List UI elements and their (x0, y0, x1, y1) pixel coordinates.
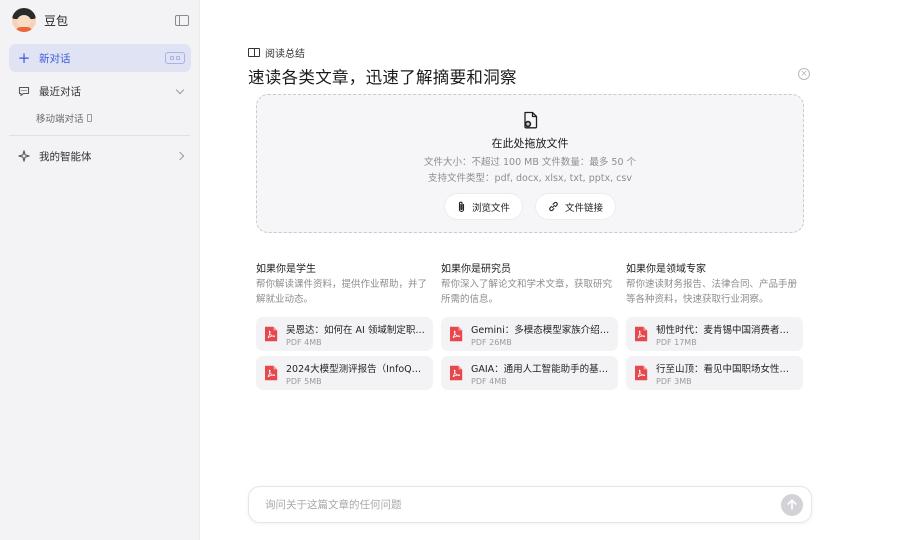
file-size: PDF 26MB (471, 337, 512, 347)
column-description: 帮你深入了解论文和学术文章，获取研究所需的信息。 (441, 279, 613, 305)
recent-chats-label: 最近对话 (39, 85, 81, 98)
file-link-button[interactable]: 文件链接 (536, 194, 616, 219)
avatar[interactable] (12, 8, 36, 32)
recent-chat-item-label: 移动端对话 (36, 114, 84, 125)
sidebar-header: 豆包 (12, 7, 189, 33)
file-name: 行至山顶：看见中国职场女性领导力.pdf (656, 363, 796, 375)
file-dropzone[interactable]: 在此处拖放文件 文件大小：不超过 100 MB 文件数量：最多 50 个 支持文… (256, 94, 804, 233)
pdf-icon (635, 326, 648, 342)
file-size: PDF 17MB (656, 337, 697, 347)
recent-chat-item[interactable]: 移动端对话 (36, 111, 92, 125)
phone-icon (86, 114, 92, 122)
sample-file-card[interactable]: 2024大模型测评报告（InfoQ）.pdf PDF 5MB (256, 356, 433, 390)
dropzone-actions: 浏览文件 文件链接 (257, 194, 803, 219)
column-title: 如果你是领域专家 (626, 264, 706, 275)
browse-files-button[interactable]: 浏览文件 (444, 194, 522, 219)
column-student: 如果你是学生 帮你解读课件资料，提供作业帮助，并了解就业动态。 吴恩达：如何在 … (256, 260, 433, 390)
file-link-label: 文件链接 (565, 202, 604, 214)
pdf-icon (450, 326, 463, 342)
column-title: 如果你是学生 (256, 264, 316, 275)
chat-bubble-icon (17, 84, 31, 98)
file-name: 韧性时代：麦肯锡中国消费者报告.pdf (656, 324, 796, 336)
close-icon[interactable]: × (798, 68, 810, 80)
shortcut-icon (165, 52, 185, 64)
browse-files-label: 浏览文件 (471, 202, 510, 214)
sample-file-card[interactable]: GAIA：通用人工智能助手的基准.pdf PDF 4MB (441, 356, 618, 390)
chevron-right-icon (175, 151, 185, 161)
paperclip-icon (458, 201, 465, 212)
sample-file-card[interactable]: 行至山顶：看见中国职场女性领导力.pdf PDF 3MB (626, 356, 803, 390)
new-chat-label: 新对话 (39, 52, 71, 65)
main-panel: 阅读总结 速读各类文章，迅速了解摘要和洞察 × 在此处拖放文件 文件大小：不超过… (200, 0, 900, 540)
file-name: 2024大模型测评报告（InfoQ）.pdf (286, 363, 426, 375)
pdf-icon (450, 365, 463, 381)
send-button[interactable] (781, 493, 803, 516)
column-expert: 如果你是领域专家 帮你速读财务报告、法律合同、产品手册等各种资料，快速获取行业洞… (626, 260, 803, 390)
column-description: 帮你速读财务报告、法律合同、产品手册等各种资料，快速获取行业洞察。 (626, 279, 798, 305)
column-researcher: 如果你是研究员 帮你深入了解论文和学术文章，获取研究所需的信息。 Gemini：… (441, 260, 618, 390)
link-icon (549, 201, 558, 212)
sidebar: 豆包 + 新对话 最近对话 移动端对话 我的智能体 (0, 0, 200, 540)
file-size: PDF 4MB (286, 337, 322, 347)
file-name: 吴恩达：如何在 AI 领域制定职业规划.pdf (286, 324, 426, 336)
send-arrow-icon (787, 499, 797, 510)
file-name: GAIA：通用人工智能助手的基准.pdf (471, 363, 611, 375)
sample-file-card[interactable]: 吴恩达：如何在 AI 领域制定职业规划.pdf PDF 4MB (256, 317, 433, 351)
pdf-icon (635, 365, 648, 381)
recent-chats-toggle[interactable]: 最近对话 (9, 79, 191, 103)
column-description: 帮你解读课件资料，提供作业帮助，并了解就业动态。 (256, 279, 428, 305)
pdf-icon (265, 326, 278, 342)
section-label: 阅读总结 (265, 49, 305, 60)
file-name: Gemini：多模态模型家族介绍.pdf (471, 324, 611, 336)
column-title: 如果你是研究员 (441, 264, 511, 275)
sidebar-divider (9, 135, 190, 136)
pdf-icon (265, 365, 278, 381)
my-agents-item[interactable]: 我的智能体 (9, 144, 191, 168)
sample-file-card[interactable]: Gemini：多模态模型家族介绍.pdf PDF 26MB (441, 317, 618, 351)
section-header: 阅读总结 (248, 45, 305, 60)
my-agents-label: 我的智能体 (39, 150, 92, 163)
dropzone-file-types: 支持文件类型：pdf, docx, xlsx, txt, pptx, csv (428, 173, 632, 184)
plus-icon: + (17, 48, 31, 67)
chevron-down-icon (175, 85, 185, 94)
page-title: 速读各类文章，迅速了解摘要和洞察 (248, 68, 517, 87)
sample-file-card[interactable]: 韧性时代：麦肯锡中国消费者报告.pdf PDF 17MB (626, 317, 803, 351)
dropzone-title: 在此处拖放文件 (491, 137, 569, 150)
chat-input[interactable] (265, 498, 745, 511)
app-name: 豆包 (44, 13, 69, 28)
chat-input-bar (248, 486, 812, 523)
sparkle-icon (17, 149, 31, 163)
book-icon (248, 48, 260, 57)
file-size: PDF 4MB (471, 376, 507, 386)
new-chat-button[interactable]: + 新对话 (9, 44, 191, 72)
panel-toggle-icon[interactable] (175, 14, 189, 26)
file-size: PDF 5MB (286, 376, 322, 386)
file-size: PDF 3MB (656, 376, 692, 386)
dropzone-size-limits: 文件大小：不超过 100 MB 文件数量：最多 50 个 (423, 157, 637, 168)
suggestion-columns: 如果你是学生 帮你解读课件资料，提供作业帮助，并了解就业动态。 吴恩达：如何在 … (256, 260, 804, 390)
upload-file-icon (524, 111, 538, 129)
